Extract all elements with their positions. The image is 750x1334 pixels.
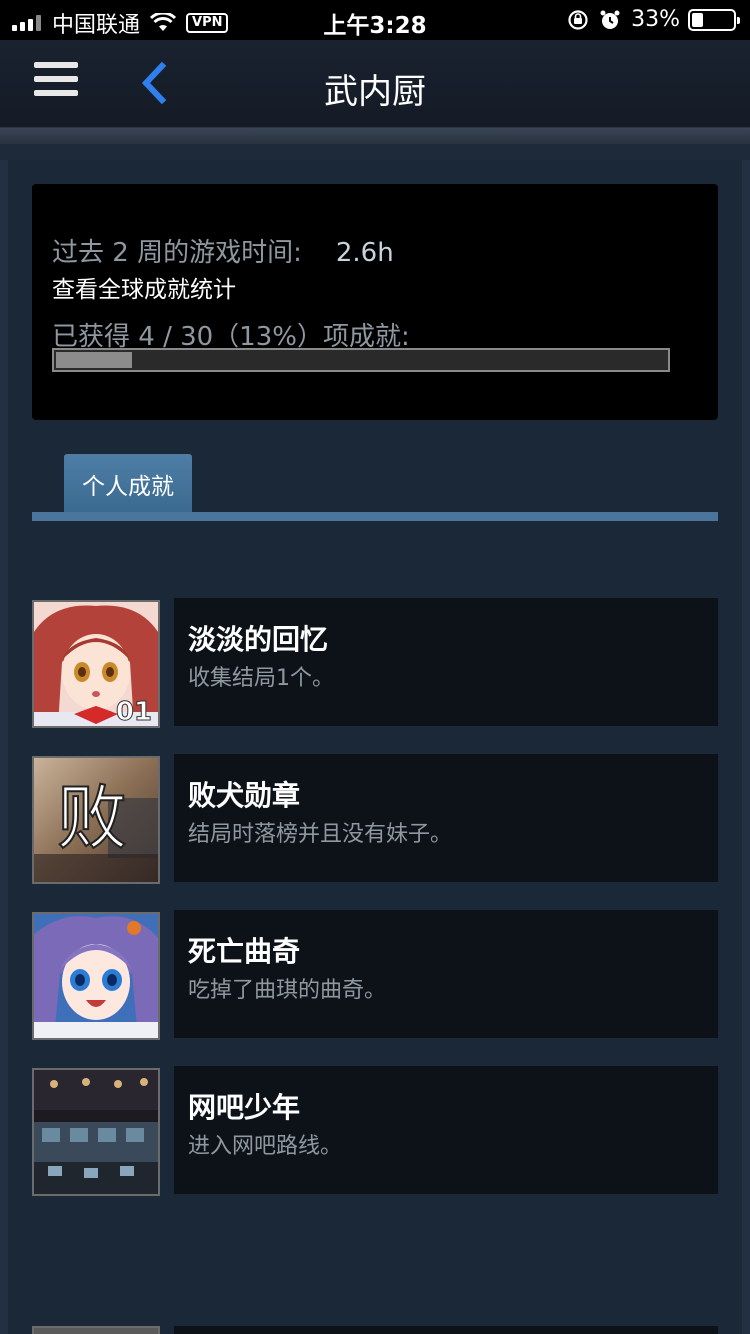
list-item[interactable]: 死亡曲奇 吃掉了曲琪的曲奇。 xyxy=(32,910,718,1040)
achievement-name: 败犬勋章 xyxy=(188,779,301,812)
achievement-name: 死亡曲奇 xyxy=(188,935,301,968)
orientation-lock-icon xyxy=(568,9,588,30)
alarm-icon xyxy=(600,10,620,29)
tab-personal-achievements[interactable]: 个人成就 xyxy=(64,454,192,512)
achievement-name: 网吧少年 xyxy=(188,1091,301,1124)
achievement-summary-panel: 过去 2 周的游戏时间: 2.6h 查看全球成就统计 已获得 4 / 30（13%… xyxy=(32,184,718,420)
achievement-card: 死亡曲奇 吃掉了曲琪的曲奇。 xyxy=(174,910,718,1038)
carrier-name: 中国联通 xyxy=(52,13,141,38)
achievement-description: 进入网吧路线。 xyxy=(188,1134,343,1159)
anime-girl-red-hair-icon: 01 xyxy=(32,600,160,728)
content-edge-left xyxy=(0,160,8,1334)
content-edge-right xyxy=(742,160,750,1334)
achievement-card: 淡淡的回忆 收集结局1个。 xyxy=(174,598,718,726)
list-item[interactable]: 败 败犬勋章 结局时落榜并且没有妹子。 xyxy=(32,754,718,884)
tab-underline xyxy=(32,512,718,521)
header-divider-lower xyxy=(0,144,750,160)
achievement-description: 吃掉了曲琪的曲奇。 xyxy=(188,978,387,1003)
playtime-value: 2.6h xyxy=(335,238,394,268)
achievement-card: 网吧少年 进入网吧路线。 xyxy=(174,1066,718,1194)
progress-fill xyxy=(56,352,132,368)
list-item-partial xyxy=(32,1326,718,1334)
vpn-badge: VPN xyxy=(186,13,229,33)
list-item[interactable]: 网吧少年 进入网吧路线。 xyxy=(32,1066,718,1196)
global-stats-link[interactable]: 查看全球成就统计 xyxy=(52,270,236,304)
status-bar: 中国联通 VPN 上午3:28 33% xyxy=(0,0,750,40)
nav-header: 武内厨 xyxy=(0,40,750,128)
playtime-row: 过去 2 周的游戏时间: 2.6h xyxy=(52,232,394,269)
achievement-progress-bar xyxy=(52,348,670,372)
achievement-description: 结局时落榜并且没有妹子。 xyxy=(188,822,453,847)
wifi-icon xyxy=(150,13,177,31)
internet-cafe-icon xyxy=(32,1068,160,1196)
svg-text:01: 01 xyxy=(116,697,152,726)
defeat-badge-icon: 败 xyxy=(32,756,160,884)
playtime-label: 过去 2 周的游戏时间: xyxy=(52,238,302,268)
achievement-card: 败犬勋章 结局时落榜并且没有妹子。 xyxy=(174,754,718,882)
list-item[interactable]: 01 淡淡的回忆 收集结局1个。 xyxy=(32,598,718,728)
achievement-thumbnail xyxy=(32,1326,160,1334)
battery-icon xyxy=(688,8,740,31)
header-divider xyxy=(0,128,750,144)
achievement-card xyxy=(174,1326,718,1334)
anime-girl-purple-hair-icon xyxy=(32,912,160,1040)
achievement-description: 收集结局1个。 xyxy=(188,666,334,691)
cellular-signal-icon xyxy=(12,15,44,31)
battery-percent: 33% xyxy=(631,7,680,32)
defeat-glyph: 败 xyxy=(57,777,127,859)
page-title: 武内厨 xyxy=(324,72,426,112)
achievement-name: 淡淡的回忆 xyxy=(188,623,329,656)
